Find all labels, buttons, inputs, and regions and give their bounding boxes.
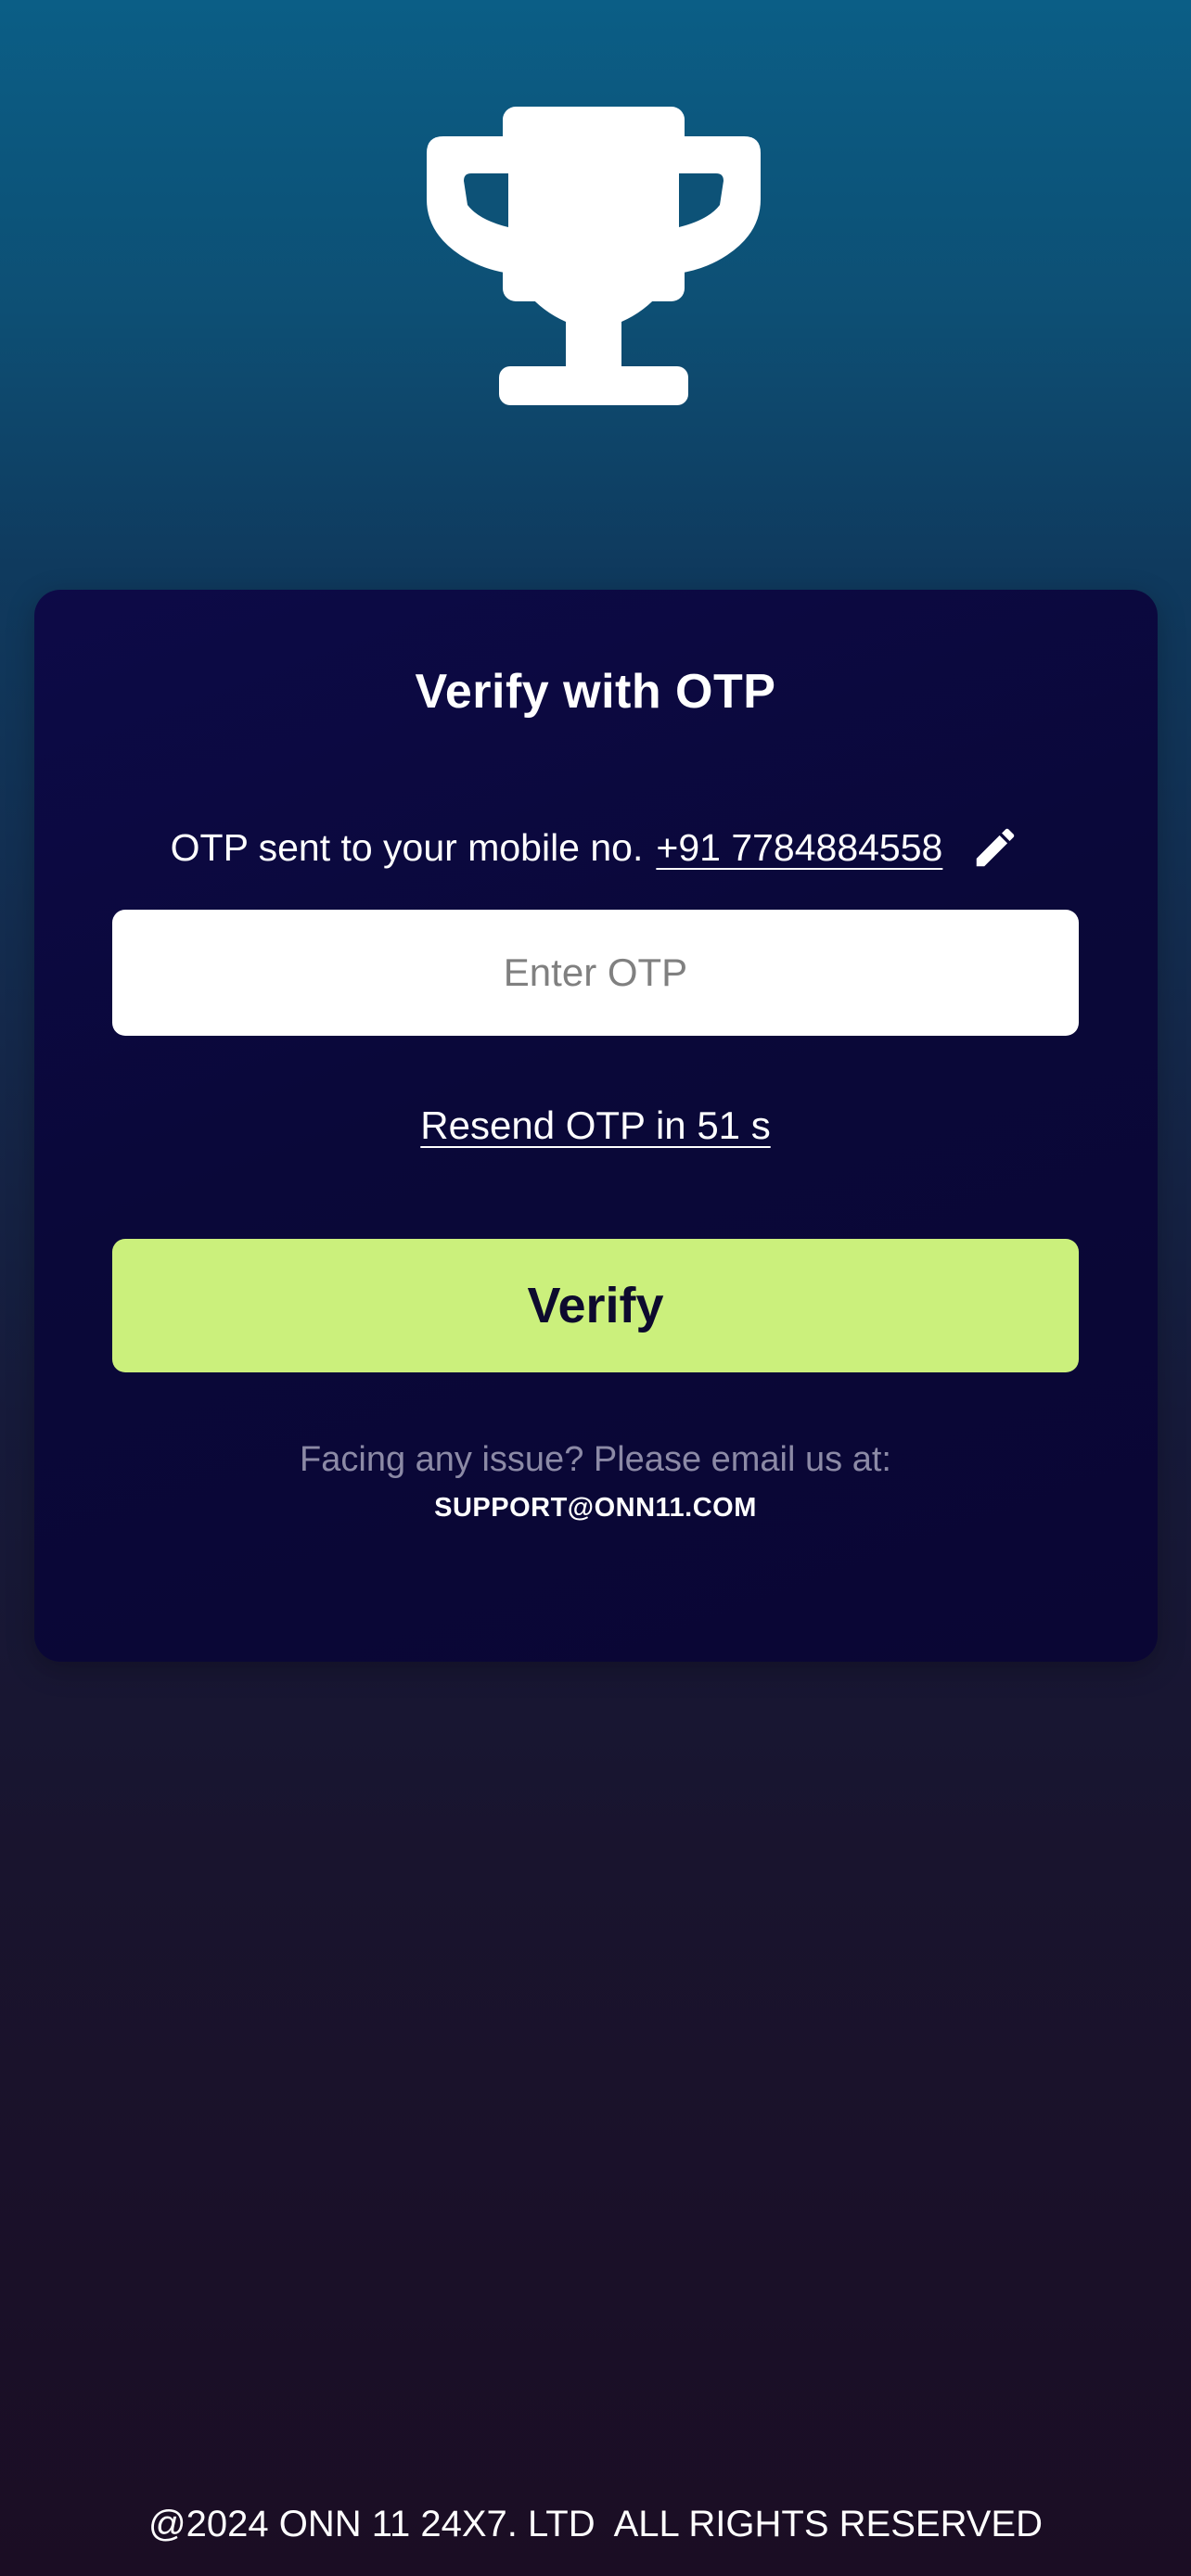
copyright-footer: @2024 ONN 11 24X7. LTD ALL RIGHTS RESERV… <box>148 2504 1043 2544</box>
otp-sent-info: OTP sent to your mobile no. +91 77848845… <box>0 820 1191 875</box>
otp-input[interactable] <box>112 910 1079 1036</box>
phone-number-link[interactable]: +91 7784884558 <box>656 826 942 870</box>
support-issue-text: Facing any issue? Please email us at: <box>300 1440 891 1479</box>
page-title: Verify with OTP <box>415 665 776 719</box>
otp-sent-label: OTP sent to your mobile no. <box>170 825 644 869</box>
pencil-icon[interactable] <box>970 823 1020 873</box>
trophy-icon <box>427 107 761 405</box>
resend-otp: Resend OTP in 51 s <box>0 1103 1191 1148</box>
verify-button[interactable]: Verify <box>112 1239 1079 1372</box>
resend-otp-link[interactable]: Resend OTP in 51 s <box>420 1103 770 1147</box>
support-email-link[interactable]: SUPPORT@ONN11.COM <box>0 1493 1191 1524</box>
